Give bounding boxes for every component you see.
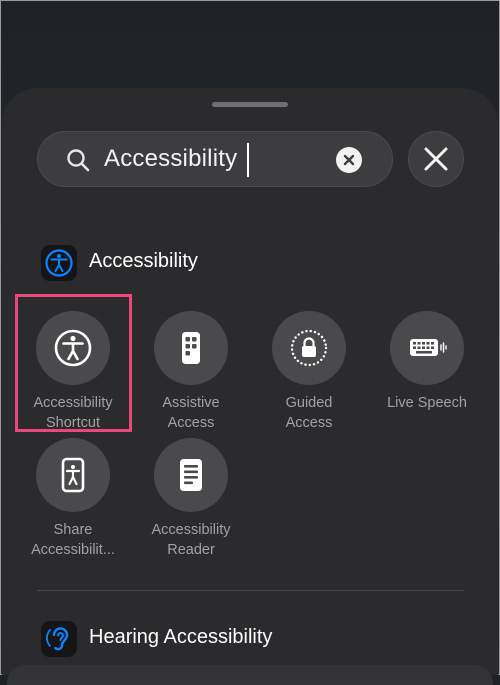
- section-divider: [37, 590, 464, 591]
- live-speech-icon: [410, 339, 447, 356]
- accessibility-app-icon: [41, 245, 77, 281]
- control-button[interactable]: [272, 311, 346, 385]
- control-button[interactable]: [154, 438, 228, 512]
- section-title: Accessibility: [89, 250, 198, 272]
- control-button[interactable]: [36, 438, 110, 512]
- next-control-card: [7, 665, 493, 685]
- control-label: Guided Access: [285, 395, 333, 431]
- accessibility-reader-icon: [180, 459, 202, 491]
- section-title: Hearing Accessibility: [89, 626, 273, 648]
- search-field[interactable]: Accessibility: [37, 131, 393, 187]
- text-cursor: [247, 143, 249, 177]
- control-label: Accessibility Reader: [151, 522, 231, 558]
- guided-access-icon: [290, 329, 328, 367]
- assistive-access-icon: [182, 332, 200, 364]
- share-accessibility-icon: [61, 457, 85, 493]
- clear-icon: [343, 154, 355, 166]
- highlight-box: [15, 294, 132, 432]
- clear-search-button[interactable]: [336, 147, 362, 173]
- sheet-grabber[interactable]: [212, 102, 288, 107]
- search-icon: [67, 149, 90, 172]
- control-label: Assistive Access: [162, 395, 220, 431]
- control-button[interactable]: [154, 311, 228, 385]
- hearing-app-icon: [41, 621, 77, 657]
- control-label: Share Accessibilit...: [31, 522, 115, 558]
- control-button[interactable]: [390, 311, 464, 385]
- close-button[interactable]: [408, 131, 464, 187]
- control-label: Live Speech: [387, 395, 467, 411]
- close-icon: [424, 147, 448, 171]
- search-input[interactable]: Accessibility: [104, 144, 237, 174]
